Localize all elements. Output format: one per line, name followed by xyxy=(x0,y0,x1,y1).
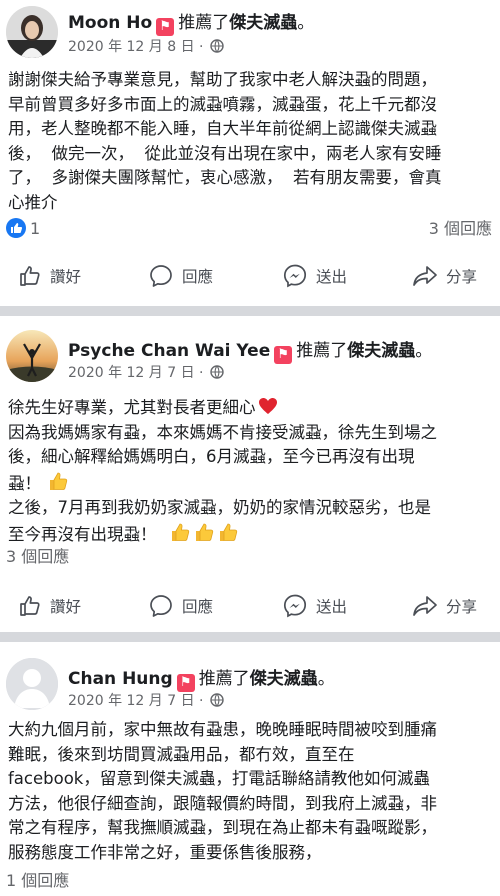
post-body-line-1: 徐先生好專業，尤其對長者更細心 xyxy=(8,398,256,417)
send-label: 送出 xyxy=(316,268,348,286)
author-name[interactable]: Psyche Chan Wai Yee xyxy=(68,341,270,361)
like-count[interactable]: 1 xyxy=(30,218,40,240)
post-meta: 2020 年 12 月 7 日 · xyxy=(68,362,224,382)
like-reaction-icon[interactable] xyxy=(6,218,26,238)
recommends-text: 推薦了 xyxy=(198,669,250,689)
post-meta: 2020 年 12 月 7 日 · xyxy=(68,690,224,710)
page-name-link[interactable]: 傑夫滅蟲 xyxy=(250,669,318,689)
like-label: 讚好 xyxy=(50,598,82,616)
share-label: 分享 xyxy=(446,598,478,616)
red-heart-icon xyxy=(258,398,277,414)
post-date[interactable]: 2020 年 12 月 8 日 · xyxy=(68,39,204,55)
avatar[interactable] xyxy=(6,330,58,382)
comment-bubble-icon xyxy=(150,595,172,617)
share-arrow-icon xyxy=(413,596,437,616)
review-post-2: Psyche Chan Wai Yee ⚑ 推薦了傑夫滅蟲。 2020 年 12 月… xyxy=(0,316,500,632)
comment-label: 回應 xyxy=(182,598,214,616)
messenger-icon xyxy=(283,264,307,288)
thumbs-up-emoji-icon xyxy=(50,472,68,490)
review-post-3: Chan Hung ⚑ 推薦了傑夫滅蟲。 2020 年 12 月 7 日 · 大約九… xyxy=(0,642,500,896)
recommend-flag-icon: ⚑ xyxy=(274,346,293,364)
post-stats: 3 個回應 xyxy=(0,546,500,568)
post-stats: 1 個回應 xyxy=(0,870,500,892)
comments-count[interactable]: 3 個回應 xyxy=(429,218,492,240)
thumbs-up-icon xyxy=(20,596,40,616)
post-body: 徐先生好專業，尤其對長者更細心 因為我媽媽家有蝨，本來媽媽不肯接受滅蝨，徐先生到… xyxy=(8,396,494,547)
thumbs-up-emoji-row xyxy=(169,523,239,544)
like-button[interactable]: 讚好 xyxy=(18,586,81,626)
post-header: Chan Hung ⚑ 推薦了傑夫滅蟲。 xyxy=(68,669,335,692)
thumbs-up-icon xyxy=(20,266,40,286)
action-bar: 讚好 回應 送出 分享 xyxy=(0,586,500,626)
send-label: 送出 xyxy=(316,598,348,616)
action-bar: 讚好 回應 送出 分享 xyxy=(0,256,500,296)
post-header: Moon Ho ⚑ 推薦了傑夫滅蟲。 xyxy=(68,13,315,36)
post-separator xyxy=(0,632,500,642)
recommends-text: 推薦了 xyxy=(296,341,348,361)
comment-button[interactable]: 回應 xyxy=(148,256,213,296)
globe-icon xyxy=(210,39,224,53)
send-button[interactable]: 送出 xyxy=(282,586,347,626)
thumbs-up-emoji-icon xyxy=(195,523,213,541)
send-button[interactable]: 送出 xyxy=(282,256,347,296)
page-name-link[interactable]: 傑夫滅蟲 xyxy=(347,341,415,361)
post-stats: 1 3 個回應 xyxy=(0,218,500,240)
comments-count[interactable]: 3 個回應 xyxy=(6,546,69,568)
recommends-text: 推薦了 xyxy=(178,13,230,33)
post-header: Psyche Chan Wai Yee ⚑ 推薦了傑夫滅蟲。 xyxy=(68,341,433,364)
profile-photo-icon xyxy=(6,6,58,58)
post-separator xyxy=(0,306,500,316)
profile-photo-icon xyxy=(6,330,58,382)
messenger-icon xyxy=(283,594,307,618)
post-meta: 2020 年 12 月 8 日 · xyxy=(68,36,224,56)
post-date[interactable]: 2020 年 12 月 7 日 · xyxy=(68,365,204,381)
comments-count[interactable]: 1 個回應 xyxy=(6,870,69,892)
globe-icon xyxy=(210,693,224,707)
post-date[interactable]: 2020 年 12 月 7 日 · xyxy=(68,693,204,709)
comment-button[interactable]: 回應 xyxy=(148,586,213,626)
avatar[interactable] xyxy=(6,6,58,58)
avatar[interactable] xyxy=(6,658,58,710)
thumbs-up-emoji-icon xyxy=(219,523,237,541)
post-body-line-2: 因為我媽媽家有蝨，本來媽媽不肯接受滅蝨，徐先生到場之 後，細心解釋給媽媽明白，6… xyxy=(8,422,437,493)
page-name-link[interactable]: 傑夫滅蟲 xyxy=(229,13,297,33)
like-button[interactable]: 讚好 xyxy=(18,256,81,296)
globe-icon xyxy=(210,365,224,379)
comment-label: 回應 xyxy=(182,268,214,286)
review-post-1: Moon Ho ⚑ 推薦了傑夫滅蟲。 2020 年 12 月 8 日 · 謝謝傑夫給… xyxy=(0,0,500,312)
default-profile-icon xyxy=(6,658,58,710)
like-label: 讚好 xyxy=(50,268,82,286)
author-name[interactable]: Chan Hung xyxy=(68,669,173,689)
post-body: 大約九個月前，家中無故有蝨患，晚晚睡眠時間被咬到腫痛 難眠，後來到坊間買滅蝨用品… xyxy=(8,720,437,862)
share-label: 分享 xyxy=(446,268,478,286)
share-button[interactable]: 分享 xyxy=(412,256,477,296)
thumbs-up-emoji-icon xyxy=(171,523,189,541)
share-button[interactable]: 分享 xyxy=(412,586,477,626)
share-arrow-icon xyxy=(413,266,437,286)
post-body: 謝謝傑夫給予專業意見，幫助了我家中老人解決蝨的問題， 早前曾買多好多市面上的滅蝨… xyxy=(8,70,442,212)
recommend-flag-icon: ⚑ xyxy=(156,18,175,36)
author-name[interactable]: Moon Ho xyxy=(68,13,152,33)
comment-bubble-icon xyxy=(150,265,172,287)
